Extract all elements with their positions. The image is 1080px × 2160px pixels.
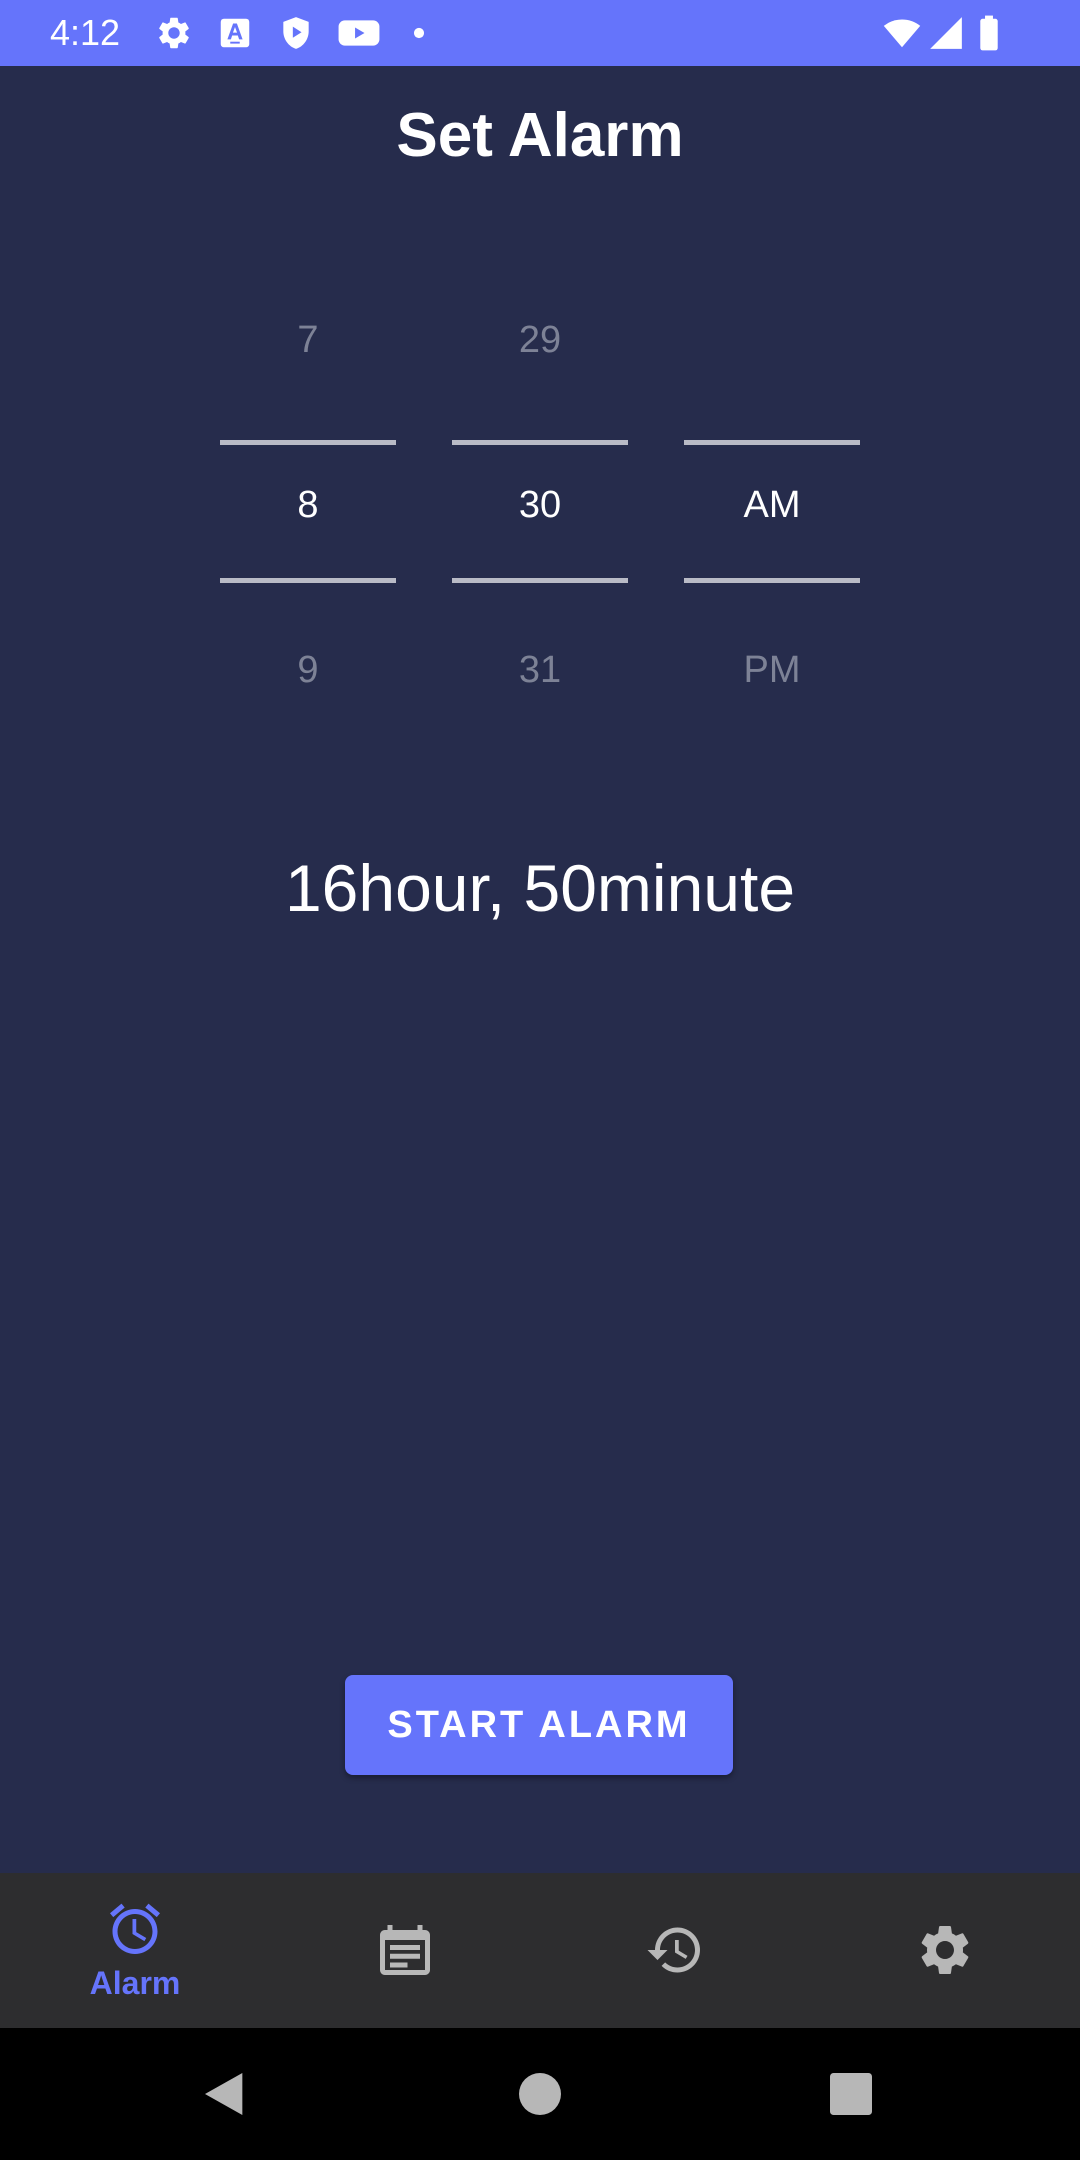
home-icon[interactable]: [512, 2066, 568, 2122]
status-bar: 4:12: [0, 0, 1080, 66]
system-navigation-bar: [0, 2028, 1080, 2160]
minute-next-value[interactable]: 31: [452, 640, 628, 700]
period-next-value[interactable]: PM: [684, 640, 860, 700]
history-icon: [645, 1920, 705, 1980]
time-until-alarm: 16hour, 50minute: [284, 851, 796, 925]
hour-prev-value[interactable]: 7: [220, 310, 396, 370]
recents-icon[interactable]: [823, 2066, 879, 2122]
picker-divider: [452, 578, 628, 583]
period-selected-value[interactable]: AM: [684, 475, 860, 535]
status-time: 4:12: [50, 12, 121, 53]
youtube-icon: [337, 14, 381, 52]
minute-prev-value[interactable]: 29: [452, 310, 628, 370]
nav-label-alarm: Alarm: [89, 1965, 181, 2001]
bottom-navigation: Alarm: [0, 1873, 1080, 2028]
battery-icon: [976, 14, 1002, 52]
nav-item-settings[interactable]: [810, 1873, 1080, 2028]
hour-picker[interactable]: 7 8 9: [220, 290, 396, 730]
nav-item-calendar[interactable]: [270, 1873, 540, 2028]
hour-next-value[interactable]: 9: [220, 640, 396, 700]
picker-divider: [684, 440, 860, 445]
settings-gear-icon: [915, 1920, 975, 1980]
nav-item-alarm[interactable]: Alarm: [0, 1873, 270, 2028]
back-icon[interactable]: [198, 2066, 254, 2122]
start-alarm-button[interactable]: START ALARM: [345, 1675, 733, 1775]
font-a-icon: [216, 14, 254, 52]
picker-divider: [220, 440, 396, 445]
minute-picker[interactable]: 29 30 31: [452, 290, 628, 730]
page-title: Set Alarm: [396, 101, 684, 170]
dot-icon: [400, 14, 438, 52]
picker-divider: [684, 578, 860, 583]
calendar-note-icon: [375, 1920, 435, 1980]
cell-signal-icon: [927, 14, 965, 52]
wifi-icon: [880, 14, 924, 52]
picker-divider: [452, 440, 628, 445]
period-prev-value[interactable]: [684, 310, 860, 370]
gear-icon: [155, 14, 193, 52]
nav-item-history[interactable]: [540, 1873, 810, 2028]
period-picker[interactable]: AM PM: [684, 290, 860, 730]
shield-play-icon: [277, 14, 315, 52]
minute-selected-value[interactable]: 30: [452, 475, 628, 535]
picker-divider: [220, 578, 396, 583]
hour-selected-value[interactable]: 8: [220, 475, 396, 535]
alarm-clock-icon: [105, 1899, 165, 1959]
